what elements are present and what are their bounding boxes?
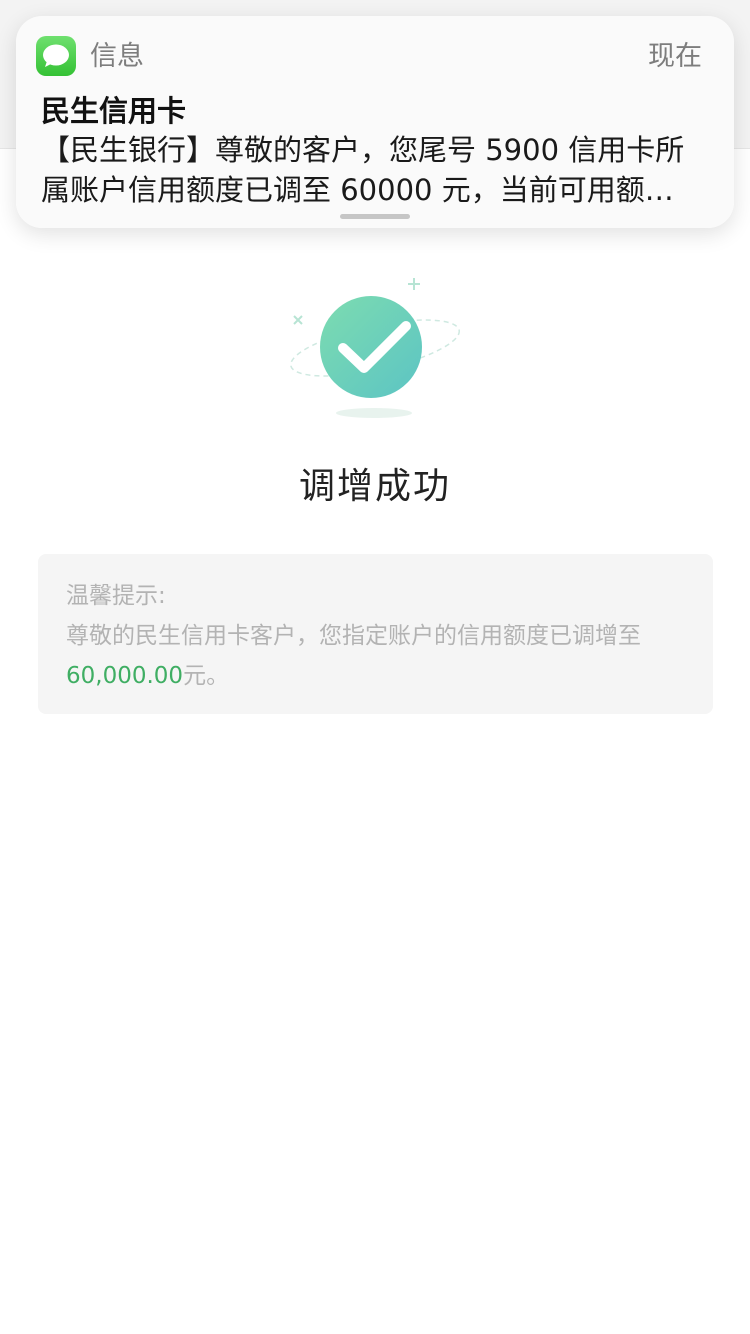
tips-amount-line: 60,000.00元。 [66,656,685,696]
tips-heading: 温馨提示: [66,583,166,609]
amount-suffix: 元。 [183,663,230,689]
notification-body-line: 【民生银行】尊敬的客户，您尾号 5900 信用卡所 [41,133,685,167]
message-notification-banner[interactable]: 信息 现在 民生信用卡 【民生银行】尊敬的客户，您尾号 5900 信用卡所 属账… [16,16,734,228]
tips-box: 温馨提示: 尊敬的民生信用卡客户，您指定账户的信用额度已调增至 60,000.0… [38,554,713,714]
notification-body-line: 属账户信用额度已调至 60000 元，当前可用额… [41,173,674,207]
tips-message: 尊敬的民生信用卡客户，您指定账户的信用额度已调增至 [66,623,641,649]
credit-limit-amount: 60,000.00 [66,663,184,689]
success-checkmark-icon [280,268,470,428]
notification-app-name: 信息 [90,41,144,72]
notification-body: 【民生银行】尊敬的客户，您尾号 5900 信用卡所 属账户信用额度已调至 600… [41,130,711,210]
notification-sender: 民生信用卡 [41,94,187,128]
notification-time: 现在 [648,41,702,72]
notification-grabber-handle[interactable] [340,214,410,219]
messages-app-icon [36,36,76,76]
result-title: 调增成功 [298,466,451,507]
